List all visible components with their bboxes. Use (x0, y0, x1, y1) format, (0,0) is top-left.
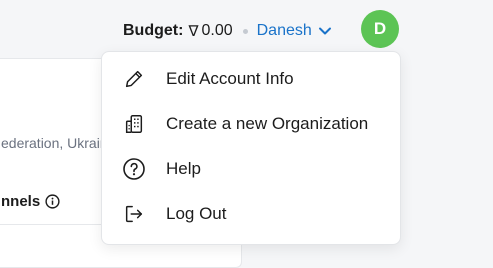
account-dropdown-menu: Edit Account Info Create a new Organizat… (101, 51, 401, 245)
chevron-down-icon[interactable] (318, 24, 332, 38)
info-icon[interactable] (45, 194, 60, 209)
budget-label: Budget: (123, 22, 184, 39)
nabla-currency-icon: ∇ (188, 23, 199, 40)
menu-item-edit-account[interactable]: Edit Account Info (102, 56, 400, 101)
menu-item-label: Create a new Organization (166, 113, 369, 133)
menu-item-create-organization[interactable]: Create a new Organization (102, 101, 400, 146)
menu-item-label: Log Out (166, 203, 227, 223)
menu-item-logout[interactable]: Log Out (102, 191, 400, 236)
separator-dot (242, 28, 248, 34)
menu-item-label: Edit Account Info (166, 68, 294, 88)
location-text: ederation, Ukraine (1, 135, 116, 151)
question-circle-icon (122, 157, 146, 181)
user-menu-toggle[interactable]: Danesh (257, 22, 312, 40)
avatar[interactable]: D (361, 10, 399, 48)
header-bar: Budget: ∇ 0.00 Danesh (123, 14, 332, 48)
menu-item-label: Help (166, 158, 201, 178)
section-title-text: nnels (1, 193, 41, 210)
section-title: nnels (1, 193, 60, 210)
budget-value: 0.00 (201, 22, 233, 39)
building-icon (122, 112, 146, 136)
pencil-icon (122, 67, 146, 91)
logout-icon (122, 202, 146, 226)
menu-item-help[interactable]: Help (102, 146, 400, 191)
